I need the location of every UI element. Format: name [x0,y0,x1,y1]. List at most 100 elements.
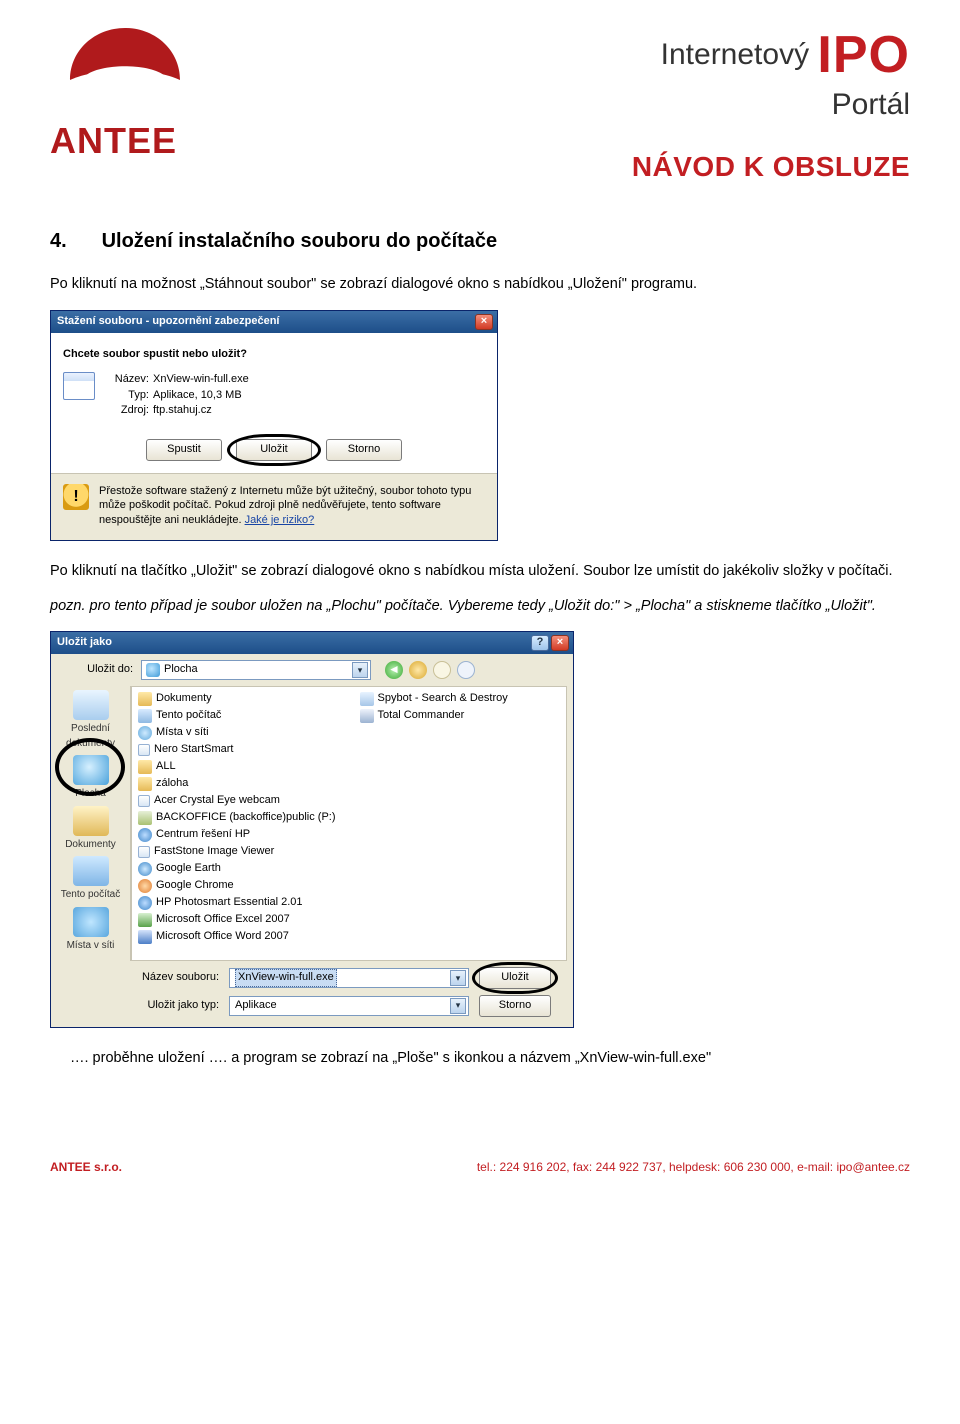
value-source: ftp.stahuj.cz [153,404,212,416]
run-button[interactable]: Spustit [146,439,222,461]
file-icon [138,777,152,791]
place-recent-label: Poslední dokumenty [66,723,115,749]
label-type: Typ: [105,388,149,403]
dialog2-titlebar[interactable]: Uložit jako ? × [51,632,573,654]
list-item[interactable]: Tento počítač [138,708,336,724]
chevron-down-icon[interactable]: ▾ [352,662,368,678]
list-item[interactable]: Acer Crystal Eye webcam [138,793,336,809]
file-label: HP Photosmart Essential 2.01 [156,895,303,911]
back-icon[interactable]: ◄ [385,661,403,679]
list-item[interactable]: Centrum řešení HP [138,827,336,843]
list-item[interactable]: HP Photosmart Essential 2.01 [138,895,336,911]
filetype-combo[interactable]: Aplikace ▾ [229,996,469,1016]
recent-icon [73,690,109,720]
filename-combo[interactable]: XnView-win-full.exe ▾ [229,968,469,988]
list-item[interactable]: Microsoft Office Excel 2007 [138,912,336,928]
place-documents[interactable]: Dokumenty [56,806,126,853]
file-label: Microsoft Office Excel 2007 [156,912,290,928]
section-number: 4. [50,227,96,256]
saveto-value: Plocha [164,662,198,678]
place-network[interactable]: Místa v síti [56,907,126,954]
file-label: Centrum řešení HP [156,827,250,843]
place-docs-label: Dokumenty [65,839,116,850]
file-label: Microsoft Office Word 2007 [156,929,289,945]
save-button[interactable]: Uložit [236,439,312,461]
close-icon[interactable]: × [551,635,569,651]
list-item[interactable]: Místa v síti [138,725,336,741]
file-label: FastStone Image Viewer [154,844,274,860]
cancel-button[interactable]: Storno [479,995,551,1017]
list-item[interactable]: Google Chrome [138,878,336,894]
new-folder-icon[interactable] [433,661,451,679]
list-item[interactable]: Dokumenty [138,691,336,707]
value-name: XnView-win-full.exe [153,373,249,385]
desktop-icon [146,663,160,677]
view-menu-icon[interactable] [457,661,475,679]
list-item[interactable]: Google Earth [138,861,336,877]
label-source: Zdroj: [105,403,149,418]
list-item[interactable]: Spybot - Search & Destroy [360,691,508,707]
antee-logo-text: ANTEE [50,115,177,167]
file-pane[interactable]: DokumentyTento počítačMísta v sítiNero S… [131,686,567,961]
manual-title: NÁVOD K OBSLUZE [632,147,910,188]
place-recent[interactable]: Poslední dokumenty [56,690,126,751]
save-button[interactable]: Uložit [479,967,551,989]
antee-logo-mark [50,18,200,113]
file-icon [138,811,152,825]
file-icon [138,862,152,876]
documents-icon [73,806,109,836]
file-label: záloha [156,776,188,792]
file-icon [138,709,152,723]
list-item[interactable]: FastStone Image Viewer [138,844,336,860]
antee-logo: ANTEE [50,18,200,167]
chevron-down-icon[interactable]: ▾ [450,970,466,986]
places-bar: Poslední dokumenty Plocha Dokumenty Tent… [51,686,131,961]
file-icon [360,709,374,723]
file-label: Nero StartSmart [154,742,233,758]
list-item[interactable]: Total Commander [360,708,508,724]
value-type: Aplikace, 10,3 MB [153,389,242,401]
file-label: Dokumenty [156,691,212,707]
file-icon [138,828,152,842]
file-label: Tento počítač [156,708,221,724]
page-header: ANTEE Internetový IPO Portál NÁVOD K OBS… [50,18,910,187]
file-column-2: Spybot - Search & DestroyTotal Commander [360,691,508,956]
file-icon [138,726,152,740]
save-as-dialog: Uložit jako ? × Uložit do: Plocha ▾ ◄ Po… [50,631,574,1028]
place-desktop-label: Plocha [75,788,106,799]
file-label: ALL [156,759,176,775]
file-icon [138,913,152,927]
file-label: Acer Crystal Eye webcam [154,793,280,809]
file-icon [138,760,152,774]
list-item[interactable]: Microsoft Office Word 2007 [138,929,336,945]
list-item[interactable]: Nero StartSmart [138,742,336,758]
computer-icon [73,856,109,886]
file-label: Google Chrome [156,878,234,894]
risk-link[interactable]: Jaké je riziko? [245,514,315,526]
chevron-down-icon[interactable]: ▾ [450,998,466,1014]
section-heading: 4. Uložení instalačního souboru do počít… [50,227,910,256]
file-icon [138,744,150,756]
list-item[interactable]: ALL [138,759,336,775]
dialog1-title: Stažení souboru - upozornění zabezpečení [57,314,279,330]
warning-icon: ! [63,484,89,510]
file-icon [138,795,150,807]
up-folder-icon[interactable] [409,661,427,679]
network-icon [73,907,109,937]
header-right: Internetový IPO Portál NÁVOD K OBSLUZE [632,18,910,187]
ipo-acronym: IPO [817,26,910,84]
close-icon[interactable]: × [475,314,493,330]
file-icon [138,692,152,706]
place-desktop[interactable]: Plocha [56,755,126,802]
cancel-button[interactable]: Storno [326,439,402,461]
filetype-label: Uložit jako typ: [141,998,219,1014]
help-icon[interactable]: ? [531,635,549,651]
place-computer[interactable]: Tento počítač [56,856,126,903]
saveto-dropdown[interactable]: Plocha ▾ [141,660,371,680]
list-item[interactable]: BACKOFFICE (backoffice)public (P:) [138,810,336,826]
file-icon [138,896,152,910]
file-icon [138,846,150,858]
filetype-value: Aplikace [235,998,277,1014]
dialog1-titlebar[interactable]: Stažení souboru - upozornění zabezpečení… [51,311,497,333]
list-item[interactable]: záloha [138,776,336,792]
